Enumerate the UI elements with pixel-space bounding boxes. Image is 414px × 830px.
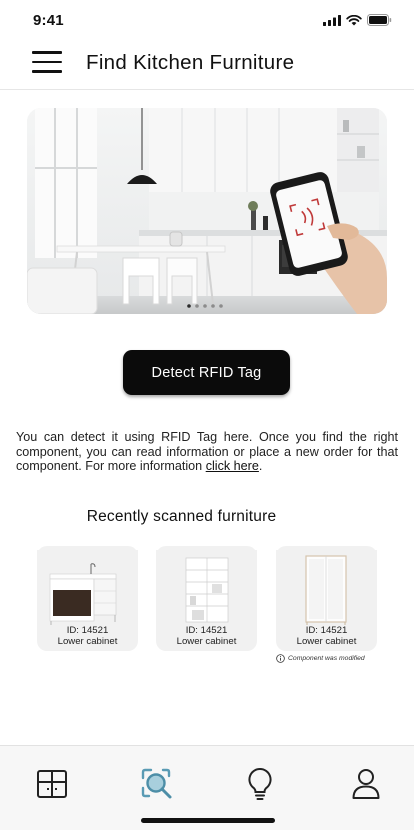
recent-item-id: ID: 14521: [66, 625, 109, 636]
info-paragraph: You can detect it using RFID Tag here. O…: [16, 430, 398, 474]
info-icon: [276, 654, 285, 663]
cabinet-icon: [37, 770, 67, 798]
recent-item-card[interactable]: ID: 14521 Lower cabinet: [37, 546, 138, 651]
modified-note-text: Component was modified: [288, 655, 365, 662]
status-time: 9:41: [33, 12, 64, 29]
hero-kitchen-image[interactable]: [27, 108, 387, 314]
info-trailing: .: [258, 459, 263, 474]
status-bar: 9:41: [0, 0, 414, 40]
status-icons: [323, 14, 392, 26]
recent-section-title: Recently scanned furniture: [86, 508, 277, 525]
home-indicator: [141, 818, 275, 823]
page-title: Find Kitchen Furniture: [86, 51, 295, 74]
cellular-signal-icon: [323, 14, 341, 26]
tall-wardrobe-cabinet-image: [276, 550, 377, 626]
scan-search-icon: [141, 768, 172, 799]
recent-item-id: ID: 14521: [185, 625, 228, 636]
recent-item-card[interactable]: ID: 14521 Lower cabinet: [156, 546, 257, 651]
tab-ideas[interactable]: [242, 766, 278, 802]
tab-cabinet[interactable]: [34, 766, 70, 802]
hamburger-menu-icon[interactable]: [32, 50, 62, 74]
lightbulb-icon: [248, 767, 272, 800]
recent-item-id: ID: 14521: [305, 625, 348, 636]
tab-scan-search[interactable]: [139, 766, 175, 802]
detect-rfid-button[interactable]: Detect RFID Tag: [123, 350, 290, 395]
click-here-link[interactable]: click here: [206, 459, 259, 473]
modified-note: Component was modified: [276, 654, 365, 663]
lower-cabinet-with-oven-image: [37, 550, 138, 626]
profile-icon: [352, 769, 380, 799]
recent-item-type: Lower cabinet: [296, 636, 357, 647]
wifi-icon: [346, 14, 362, 25]
recent-item-card[interactable]: ID: 14521 Lower cabinet: [276, 546, 377, 651]
recent-item-type: Lower cabinet: [57, 636, 118, 647]
battery-icon: [367, 14, 392, 26]
tab-profile[interactable]: [348, 766, 384, 802]
recent-item-type: Lower cabinet: [176, 636, 237, 647]
open-shelving-unit-image: [156, 550, 257, 626]
app-header: Find Kitchen Furniture: [0, 40, 414, 90]
